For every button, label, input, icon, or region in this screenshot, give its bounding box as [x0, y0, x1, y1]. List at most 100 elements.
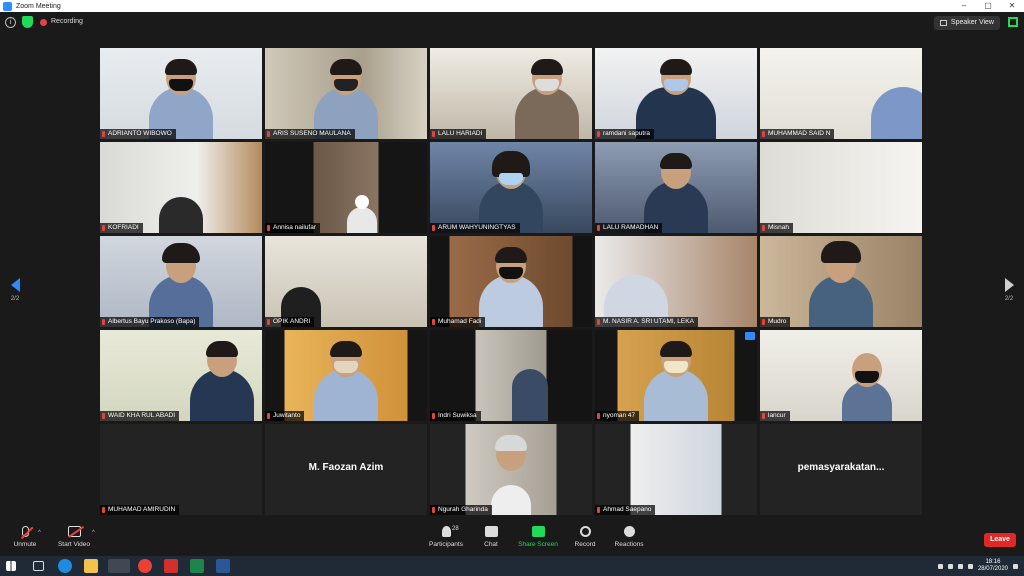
participant-tile[interactable]: WAID KHA RUL ABADI — [100, 330, 262, 421]
taskbar-clock[interactable]: 18:16 28/07/2020 — [978, 559, 1008, 573]
participant-name: ARUM WAHYUNINGTYAS — [430, 223, 520, 233]
start-video-button[interactable]: Start Video — [56, 526, 92, 548]
participant-tile[interactable]: Ahmad Saepano — [595, 424, 757, 515]
participant-name: KOFRIADI — [100, 223, 143, 233]
audio-options-chevron-icon[interactable]: ^ — [38, 530, 41, 536]
reactions-label: Reactions — [614, 541, 644, 548]
recording-indicator-icon — [40, 19, 47, 26]
participant-tile[interactable]: OPIK ANDRI — [265, 236, 427, 327]
encryption-shield-icon[interactable] — [22, 16, 33, 28]
participant-display-name: M. Faozan Azim — [308, 462, 384, 473]
participant-name: WAID KHA RUL ABADI — [100, 411, 180, 421]
more-options-icon[interactable] — [745, 332, 755, 340]
participant-name: LALU HARIADI — [430, 129, 487, 139]
edge-browser-icon[interactable] — [58, 559, 72, 573]
participant-name: LALU RAMADHAN — [595, 223, 663, 233]
participant-name: Ahmad Saepano — [595, 505, 656, 515]
active-speaker-tile[interactable]: ARUM WAHYUNINGTYAS — [430, 142, 592, 233]
participant-tile[interactable]: MUHAMMAD SAID N — [760, 48, 922, 139]
chat-icon — [484, 526, 498, 537]
participant-name: M. NASIR A. SRI UTAMI, LEKA — [595, 317, 698, 327]
participant-tile[interactable]: Annisa nailufar — [265, 142, 427, 233]
excel-icon[interactable] — [190, 559, 204, 573]
participant-tile[interactable]: Indri Suwiksa — [430, 330, 592, 421]
window-controls: – ▢ ✕ — [952, 0, 1024, 12]
next-page-button[interactable]: 2/2 — [997, 278, 1021, 302]
camera-off-icon — [67, 526, 81, 537]
speaker-view-button[interactable]: Speaker View — [933, 16, 1000, 30]
microphone-tray-icon[interactable] — [947, 563, 953, 569]
word-icon[interactable] — [216, 559, 230, 573]
meeting-toolbar: Unmute ^ Start Video ^ 28 Participants C… — [0, 522, 1024, 556]
chat-button[interactable]: Chat — [480, 526, 502, 548]
fullscreen-icon[interactable] — [1008, 17, 1018, 27]
participant-tile[interactable]: MUHAMAD AMIRUDIN — [100, 424, 262, 515]
share-screen-button[interactable]: Share Screen — [516, 526, 560, 548]
maximize-icon[interactable]: ▢ — [976, 0, 1000, 12]
microphone-muted-icon — [21, 526, 29, 537]
participant-tile[interactable]: M. NASIR A. SRI UTAMI, LEKA — [595, 236, 757, 327]
participant-tile[interactable]: Albertus Bayu Prakoso (Bapa) — [100, 236, 262, 327]
speaker-view-label: Speaker View — [950, 19, 994, 26]
record-label: Record — [574, 541, 596, 548]
participant-name: lancur — [760, 411, 790, 421]
record-icon — [579, 526, 591, 537]
page-indicator-right: 2/2 — [1004, 296, 1014, 302]
chrome-browser-icon[interactable] — [138, 559, 152, 573]
participant-name: Mudro — [760, 317, 791, 327]
zoom-taskbar-icon[interactable] — [108, 559, 130, 573]
meeting-info-icon[interactable]: i — [5, 17, 16, 28]
participant-display-name: pemasyarakatan... — [797, 462, 885, 473]
participant-tile[interactable]: pemasyarakatan... — [760, 424, 922, 515]
minimize-icon[interactable]: – — [952, 0, 976, 12]
participant-tile[interactable]: LALU RAMADHAN — [595, 142, 757, 233]
participant-tile[interactable]: Ngurah Gharinda — [430, 424, 592, 515]
participant-tile[interactable]: nyoman 47 — [595, 330, 757, 421]
participant-tile[interactable]: ARIS SUSENO MAULANA — [265, 48, 427, 139]
video-options-chevron-icon[interactable]: ^ — [92, 530, 95, 536]
participant-name: ramdani saputra — [595, 129, 654, 139]
participant-tile[interactable]: Muhamad Fadi — [430, 236, 592, 327]
share-screen-label: Share Screen — [518, 541, 558, 548]
participant-tile[interactable]: ADRIANTO WIBOWO — [100, 48, 262, 139]
window-title: Zoom Meeting — [16, 2, 61, 10]
windows-start-icon[interactable] — [6, 561, 16, 571]
participants-icon — [441, 526, 451, 537]
unmute-button[interactable]: Unmute — [10, 526, 40, 548]
tray-chevron-icon[interactable] — [937, 563, 943, 569]
participant-name: Indri Suwiksa — [430, 411, 481, 421]
previous-page-button[interactable]: 2/2 — [3, 278, 27, 302]
chat-label: Chat — [484, 541, 498, 548]
participant-tile[interactable]: Juwitanto — [265, 330, 427, 421]
participant-name: Albertus Bayu Prakoso (Bapa) — [100, 317, 200, 327]
battery-icon[interactable] — [957, 563, 963, 569]
recording-label: Recording — [51, 18, 83, 25]
volume-icon[interactable] — [967, 563, 973, 569]
participant-tile[interactable]: Misnah — [760, 142, 922, 233]
pdf-reader-icon[interactable] — [164, 559, 178, 573]
right-arrow-icon — [1004, 278, 1014, 292]
participant-name: Annisa nailufar — [265, 223, 320, 233]
participant-tile[interactable]: ramdani saputra — [595, 48, 757, 139]
task-view-icon[interactable] — [33, 561, 44, 571]
participant-name: MUHAMAD AMIRUDIN — [100, 505, 180, 515]
participant-tile[interactable]: M. Faozan Azim — [265, 424, 427, 515]
file-explorer-icon[interactable] — [84, 559, 98, 573]
participant-name: ARIS SUSENO MAULANA — [265, 129, 355, 139]
window-title-bar: Zoom Meeting – ▢ ✕ — [0, 0, 1024, 12]
participants-count: 28 — [452, 526, 459, 532]
close-icon[interactable]: ✕ — [1000, 0, 1024, 12]
participant-name: nyoman 47 — [595, 411, 640, 421]
reactions-button[interactable]: Reactions — [612, 526, 646, 548]
notifications-icon[interactable] — [1013, 563, 1018, 569]
participant-tile[interactable]: LALU HARIADI — [430, 48, 592, 139]
video-gallery: ADRIANTO WIBOWO ARIS SUSENO MAULANA LALU… — [100, 48, 924, 518]
record-button[interactable]: Record — [572, 526, 598, 548]
participant-name: Misnah — [760, 223, 793, 233]
participant-tile[interactable]: lancur — [760, 330, 922, 421]
participants-button[interactable]: 28 Participants — [428, 526, 464, 548]
leave-button[interactable]: Leave — [984, 533, 1016, 547]
page-indicator-left: 2/2 — [10, 296, 20, 302]
participant-tile[interactable]: KOFRIADI — [100, 142, 262, 233]
participant-tile[interactable]: Mudro — [760, 236, 922, 327]
